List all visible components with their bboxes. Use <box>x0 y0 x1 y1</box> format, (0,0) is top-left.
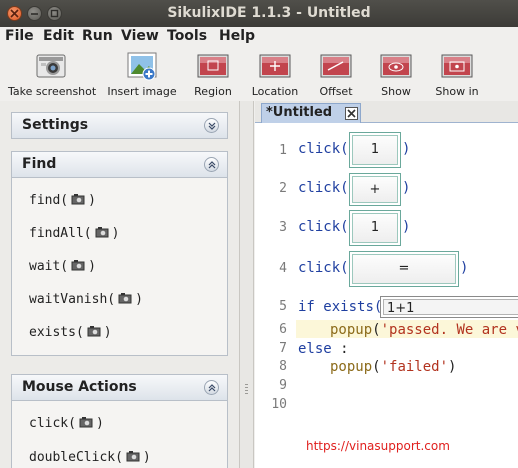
pattern-label: = <box>352 254 456 284</box>
panel-splitter[interactable] <box>240 101 254 468</box>
pattern-label: 1 <box>352 213 398 243</box>
code-line-1: click( <box>298 141 349 157</box>
findall-command[interactable]: findAll() <box>29 226 119 241</box>
line-number: 9 <box>279 378 287 393</box>
line-number: 4 <box>279 261 287 276</box>
line-number: 2 <box>279 181 287 196</box>
tab-untitled[interactable]: *Untitled <box>261 103 361 123</box>
pattern-label: 1+1 <box>383 299 518 316</box>
wait-command[interactable]: wait() <box>29 259 96 274</box>
splitter-grip[interactable] <box>245 384 248 394</box>
location-button[interactable]: Location <box>250 51 300 98</box>
title-bar: SikulixIDE 1.1.3 - Untitled <box>0 0 518 27</box>
code-line-8: popup('failed') <box>330 359 457 375</box>
show-in-icon <box>440 51 474 81</box>
watermark-url: https://vinasupport.com <box>306 439 450 453</box>
find-header[interactable]: Find <box>12 152 227 178</box>
collapse-icon[interactable] <box>204 380 219 395</box>
offset-icon <box>319 51 353 81</box>
show-label: Show <box>381 85 411 98</box>
offset-label: Offset <box>319 85 353 98</box>
line-number: 6 <box>279 322 287 337</box>
line-number: 10 <box>271 397 287 412</box>
take-screenshot-button[interactable]: Take screenshot <box>8 51 97 98</box>
offset-button[interactable]: Offset <box>314 51 358 98</box>
insert-image-label: Insert image <box>107 85 177 98</box>
settings-title: Settings <box>22 117 89 133</box>
line-number: 3 <box>279 220 287 235</box>
settings-header[interactable]: Settings <box>12 113 227 139</box>
menu-bar: File Edit Run View Tools Help <box>0 27 518 47</box>
find-title: Find <box>22 156 57 172</box>
settings-section: Settings <box>11 112 228 139</box>
menu-view[interactable]: View <box>121 28 159 44</box>
line-number: 5 <box>279 299 287 314</box>
camera-icon <box>126 451 140 462</box>
mouse-actions-header[interactable]: Mouse Actions <box>12 375 227 401</box>
click-command[interactable]: click() <box>29 416 104 431</box>
camera-icon <box>87 326 101 337</box>
show-in-label: Show in <box>435 85 479 98</box>
show-in-button[interactable]: Show in <box>432 51 482 98</box>
menu-run[interactable]: Run <box>82 28 113 44</box>
code-line-6: popup('passed. We are vi <box>330 322 518 338</box>
camera-icon <box>118 293 132 304</box>
paren-close: ) <box>460 260 469 276</box>
doubleclick-command[interactable]: doubleClick() <box>29 450 151 465</box>
location-icon <box>258 51 292 81</box>
menu-help[interactable]: Help <box>219 28 255 44</box>
mouse-actions-title: Mouse Actions <box>22 379 137 395</box>
camera-icon <box>79 417 93 428</box>
tab-label: *Untitled <box>266 105 333 120</box>
collapse-icon[interactable] <box>204 157 219 172</box>
code-line-3: click( <box>298 219 349 235</box>
take-screenshot-label: Take screenshot <box>8 85 97 98</box>
command-panel: Settings Find find() findAll() wait() wa… <box>0 101 240 468</box>
line-number: 7 <box>279 341 287 356</box>
code-line-5: if exists( <box>298 299 383 315</box>
region-icon <box>196 51 230 81</box>
toolbar: Take screenshot Insert image Region Loca… <box>0 47 518 101</box>
show-icon <box>379 51 413 81</box>
region-button[interactable]: Region <box>190 51 236 98</box>
mouse-actions-section: Mouse Actions click() doubleClick() <box>11 374 228 468</box>
image-pattern[interactable]: 1+1 <box>380 296 518 318</box>
camera-icon <box>71 194 85 205</box>
close-tab-icon[interactable] <box>345 107 358 120</box>
insert-image-button[interactable]: Insert image <box>106 51 178 98</box>
waitvanish-command[interactable]: waitVanish() <box>29 292 143 307</box>
exists-command[interactable]: exists() <box>29 325 112 340</box>
code-editor[interactable]: *Untitled 1 2 3 4 5 6 7 8 9 10 click( 1 … <box>255 101 518 468</box>
image-pattern[interactable]: = <box>349 251 459 287</box>
paren-close: ) <box>402 141 411 157</box>
line-number-gutter: 1 2 3 4 5 6 7 8 9 10 <box>255 123 291 468</box>
code-line-7: else : <box>298 341 349 357</box>
line-number: 1 <box>279 143 287 158</box>
pattern-label: + <box>352 176 398 203</box>
expand-icon[interactable] <box>204 118 219 133</box>
find-section: Find find() findAll() wait() waitVanish(… <box>11 151 228 356</box>
location-label: Location <box>251 85 299 98</box>
paren-close: ) <box>402 180 411 196</box>
code-line-2: click( <box>298 180 349 196</box>
image-pattern[interactable]: 1 <box>349 210 401 246</box>
camera-icon <box>95 227 109 238</box>
insert-image-icon <box>125 51 159 81</box>
show-button[interactable]: Show <box>374 51 418 98</box>
pattern-label: 1 <box>352 135 398 165</box>
menu-edit[interactable]: Edit <box>43 28 74 44</box>
menu-file[interactable]: File <box>5 28 34 44</box>
region-label: Region <box>194 85 232 98</box>
menu-tools[interactable]: Tools <box>167 28 207 44</box>
paren-close: ) <box>402 219 411 235</box>
image-pattern[interactable]: + <box>349 173 401 206</box>
camera-icon <box>71 260 85 271</box>
code-line-4: click( <box>298 260 349 276</box>
image-pattern[interactable]: 1 <box>349 132 401 168</box>
camera-icon <box>34 51 68 81</box>
find-command[interactable]: find() <box>29 193 96 208</box>
line-number: 8 <box>279 359 287 374</box>
editor-tab-bar: *Untitled <box>255 101 518 123</box>
window-title: SikulixIDE 1.1.3 - Untitled <box>167 5 371 21</box>
